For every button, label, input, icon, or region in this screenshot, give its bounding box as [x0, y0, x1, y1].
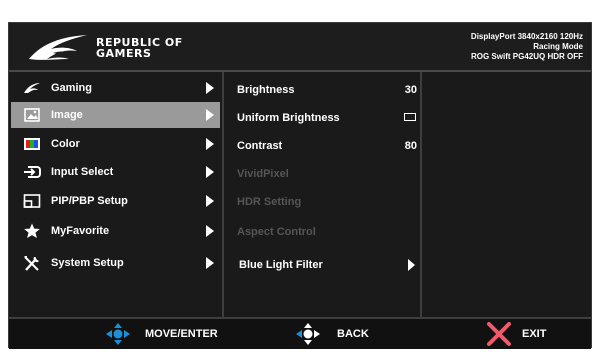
back-button[interactable]: BACK	[295, 319, 385, 349]
menu-item-system-setup[interactable]: System Setup	[11, 250, 220, 276]
checkbox-off-icon[interactable]	[404, 113, 416, 121]
back-joystick-icon	[296, 323, 320, 345]
status-model-hdr: ROG Swift PG42UQ HDR OFF	[470, 52, 583, 61]
move-enter-label: MOVE/ENTER	[145, 328, 218, 340]
osd-header: REPUBLIC OF GAMERS DisplayPort 3840x2160…	[9, 23, 591, 72]
footer-bar: MOVE/ENTER BACK EXIT	[9, 317, 591, 349]
monitor-status: DisplayPort 3840x2160 120Hz Racing Mode …	[471, 32, 583, 62]
chevron-right-icon	[206, 195, 214, 207]
chevron-right-icon	[206, 225, 214, 237]
chevron-right-icon	[408, 259, 415, 271]
five-way-navigation-icon	[106, 323, 130, 345]
setting-label: Uniform Brightness	[237, 112, 340, 124]
close-icon	[487, 322, 511, 346]
brand-logo-text: REPUBLIC OF GAMERS	[96, 36, 183, 60]
menu-item-image[interactable]: Image	[11, 102, 220, 128]
chevron-right-icon	[206, 109, 214, 121]
setting-value: 30	[404, 84, 417, 96]
menu-item-label: Image	[51, 109, 83, 121]
setting-hdr: HDR Setting	[237, 191, 417, 213]
pip-icon	[23, 194, 41, 208]
column-divider	[222, 72, 224, 317]
setting-label: Contrast	[237, 140, 283, 152]
star-icon	[24, 223, 40, 238]
image-icon	[24, 108, 40, 122]
osd-menu: REPUBLIC OF GAMERS DisplayPort 3840x2160…	[8, 22, 592, 349]
main-menu: Gaming Image Color Input Select PIP/PBP …	[9, 72, 222, 315]
menu-item-label: Input Select	[51, 166, 114, 178]
setting-uniform-brightness[interactable]: Uniform Brightness	[237, 107, 417, 129]
rog-eye-icon	[24, 83, 40, 93]
chevron-right-icon	[206, 166, 214, 178]
setting-label: Blue Light Filter	[239, 259, 323, 271]
setting-vividpixel: VividPixel	[237, 163, 417, 185]
chevron-right-icon	[206, 138, 214, 150]
status-input-resolution: DisplayPort 3840x2160 120Hz	[470, 32, 583, 41]
color-palette-icon	[24, 138, 40, 150]
input-icon	[24, 166, 41, 178]
menu-item-label: System Setup	[51, 257, 124, 269]
move-enter-button[interactable]: MOVE/ENTER	[105, 319, 235, 349]
chevron-right-icon	[206, 82, 214, 94]
setting-value: 80	[404, 140, 417, 152]
status-mode: Racing Mode	[533, 42, 583, 51]
exit-button[interactable]: EXIT	[486, 319, 566, 349]
menu-item-label: Gaming	[51, 82, 92, 94]
menu-item-myfavorite[interactable]: MyFavorite	[11, 218, 220, 244]
setting-blue-light-filter[interactable]: Blue Light Filter	[239, 254, 419, 276]
setting-label: Aspect Control	[237, 226, 316, 238]
back-label: BACK	[337, 328, 369, 340]
menu-item-label: Color	[51, 138, 80, 150]
menu-item-pip-pbp-setup[interactable]: PIP/PBP Setup	[11, 188, 220, 214]
chevron-right-icon	[206, 257, 214, 269]
column-divider	[420, 72, 422, 317]
menu-item-color[interactable]: Color	[11, 131, 220, 157]
setting-label: VividPixel	[237, 168, 289, 180]
menu-item-input-select[interactable]: Input Select	[11, 159, 220, 185]
rog-logo-icon	[29, 35, 87, 60]
tools-icon	[24, 256, 39, 271]
setting-label: HDR Setting	[237, 196, 302, 208]
menu-item-gaming[interactable]: Gaming	[11, 75, 220, 101]
setting-aspect-control: Aspect Control	[237, 221, 417, 243]
exit-label: EXIT	[522, 328, 547, 340]
menu-item-label: MyFavorite	[51, 225, 110, 237]
setting-label: Brightness	[237, 84, 295, 96]
setting-contrast[interactable]: Contrast 80	[237, 135, 417, 157]
setting-brightness[interactable]: Brightness 30	[237, 79, 417, 101]
menu-item-label: PIP/PBP Setup	[51, 195, 128, 207]
